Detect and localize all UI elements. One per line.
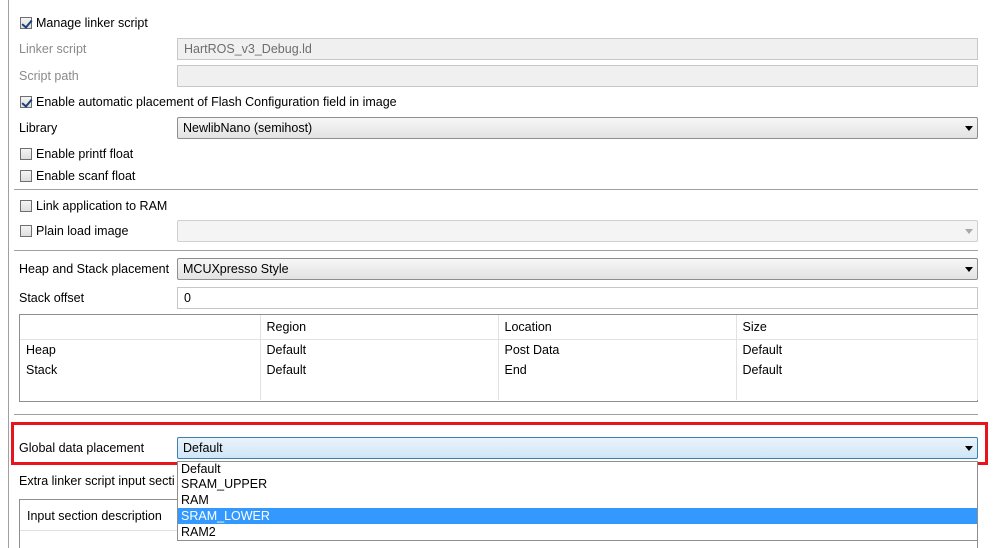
column-header[interactable]: Location xyxy=(498,315,737,340)
library-value: NewlibNano (semihost) xyxy=(183,121,313,135)
plain-load-image-select[interactable] xyxy=(177,220,978,242)
dropdown-option-selected[interactable]: SRAM_LOWER xyxy=(178,508,977,524)
heap-stack-table-frame: Region Location Size Heap Default Post D… xyxy=(19,314,978,402)
column-header[interactable]: Size xyxy=(736,315,978,340)
manage-linker-script-checkbox[interactable] xyxy=(20,17,32,29)
heap-stack-placement-select[interactable]: MCUXpresso Style xyxy=(177,258,978,280)
table-row[interactable]: Heap Default Post Data Default xyxy=(20,339,978,360)
chevron-down-icon xyxy=(965,267,973,272)
table-cell[interactable]: Default xyxy=(260,339,499,360)
manage-linker-script-label: Manage linker script xyxy=(36,16,148,30)
dropdown-option[interactable]: RAM xyxy=(178,492,977,508)
chevron-down-icon xyxy=(965,229,973,234)
script-path-label: Script path xyxy=(19,69,79,83)
global-data-placement-dropdown[interactable]: Default SRAM_UPPER RAM SRAM_LOWER RAM2 xyxy=(177,461,978,541)
printf-float-checkbox[interactable] xyxy=(20,148,32,160)
stack-offset-label: Stack offset xyxy=(19,291,85,305)
table-cell[interactable]: Post Data xyxy=(498,339,737,360)
linker-script-field[interactable]: HartROS_v3_Debug.ld xyxy=(177,38,978,60)
table-row xyxy=(20,380,978,400)
column-header[interactable]: Input section description xyxy=(27,507,162,525)
stack-offset-field[interactable]: 0 xyxy=(177,287,978,309)
plain-load-image-label: Plain load image xyxy=(36,224,129,238)
highlight-box xyxy=(11,422,988,465)
heap-stack-placement-value: MCUXpresso Style xyxy=(183,262,289,276)
printf-float-label: Enable printf float xyxy=(36,147,134,161)
flash-config-label: Enable automatic placement of Flash Conf… xyxy=(36,95,397,109)
separator xyxy=(14,189,978,190)
table-cell: Stack xyxy=(20,360,261,380)
plain-load-image-checkbox[interactable] xyxy=(20,225,32,237)
table-cell[interactable]: End xyxy=(498,360,737,380)
table-cell: Heap xyxy=(20,339,261,360)
library-label: Library xyxy=(19,121,58,135)
script-path-field[interactable] xyxy=(177,65,978,87)
dropdown-option[interactable]: Default xyxy=(178,462,977,476)
dropdown-option[interactable]: RAM2 xyxy=(178,524,977,540)
extra-linker-label: Extra linker script input secti xyxy=(19,474,175,488)
heap-stack-placement-label: Heap and Stack placement xyxy=(19,262,170,276)
table-row[interactable]: Stack Default End Default xyxy=(20,360,978,380)
table-cell[interactable]: Default xyxy=(736,360,978,380)
column-header[interactable] xyxy=(20,315,261,340)
heap-stack-table: Region Location Size Heap Default Post D… xyxy=(20,315,978,400)
chevron-down-icon xyxy=(965,126,973,131)
table-cell[interactable]: Default xyxy=(260,360,499,380)
column-header[interactable]: Region xyxy=(260,315,499,340)
library-select[interactable]: NewlibNano (semihost) xyxy=(177,117,978,139)
scanf-float-checkbox[interactable] xyxy=(20,170,32,182)
link-to-ram-checkbox[interactable] xyxy=(20,200,32,212)
dropdown-option[interactable]: SRAM_UPPER xyxy=(178,476,977,492)
table-header-row: Region Location Size xyxy=(20,315,978,340)
linker-script-label: Linker script xyxy=(19,42,87,56)
separator xyxy=(14,414,978,415)
left-border xyxy=(8,0,9,548)
table-cell[interactable]: Default xyxy=(736,339,978,360)
flash-config-checkbox[interactable] xyxy=(20,96,32,108)
separator xyxy=(14,250,978,251)
link-to-ram-label: Link application to RAM xyxy=(36,199,168,213)
scanf-float-label: Enable scanf float xyxy=(36,169,136,183)
